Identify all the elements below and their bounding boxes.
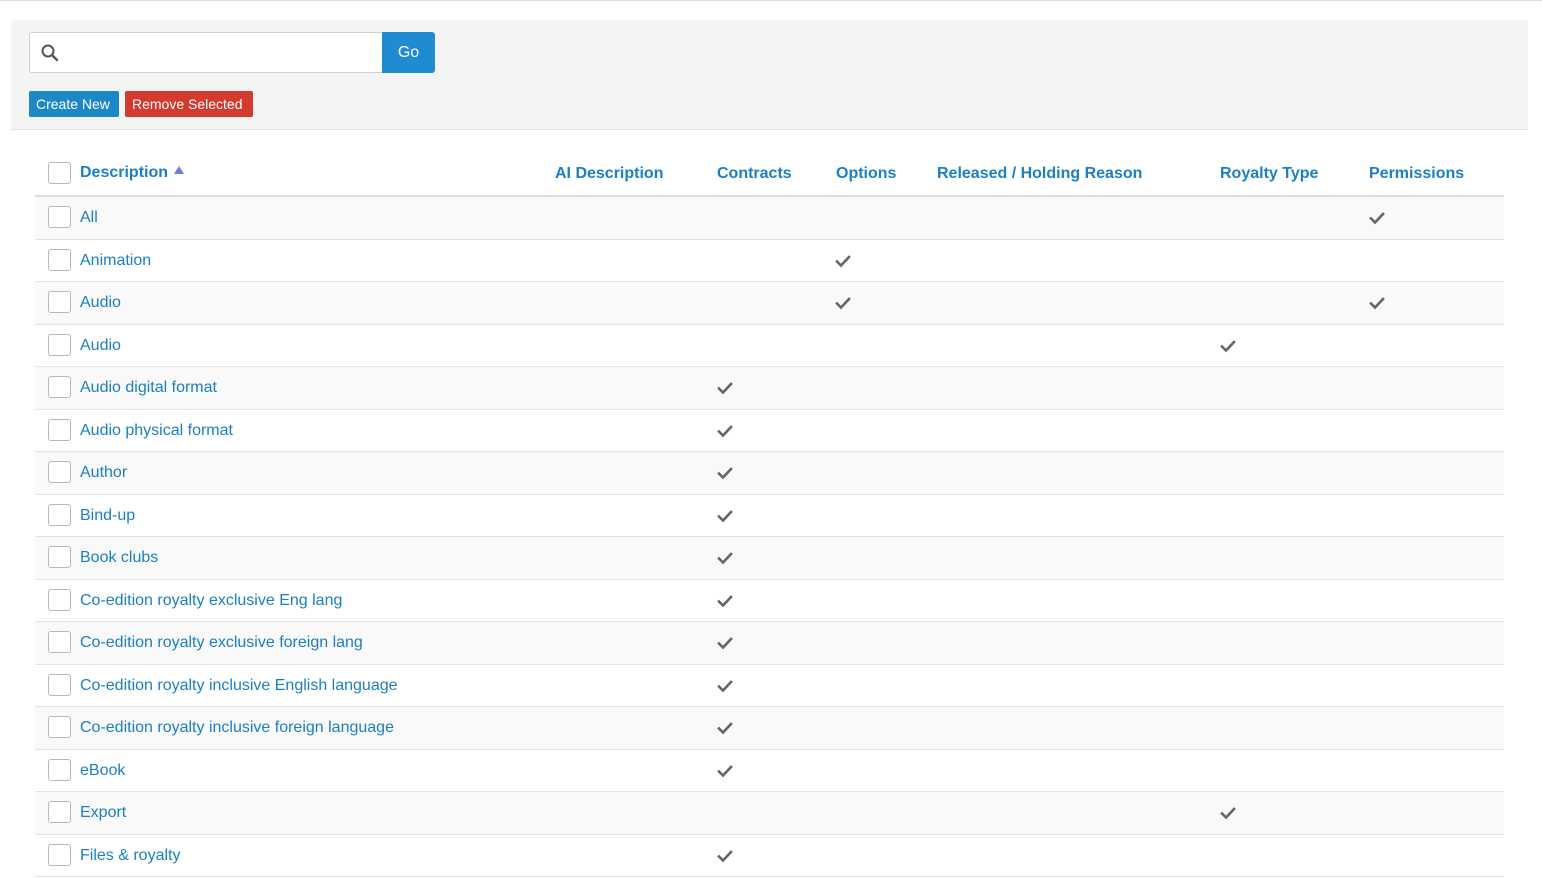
table-row: Audio digital format (35, 367, 1504, 410)
search-box (29, 32, 383, 73)
row-select-checkbox[interactable] (48, 503, 71, 526)
column-header-options[interactable]: Options (836, 165, 896, 183)
table-row: Co-edition royalty exclusive Eng lang (35, 579, 1504, 622)
row-description-link[interactable]: Animation (80, 252, 151, 270)
table-row: eBook (35, 749, 1504, 792)
toolbar: Go Create New Remove Selected (11, 20, 1528, 130)
row-select-checkbox[interactable] (48, 461, 71, 483)
checkmark-icon (717, 550, 733, 566)
search-icon (40, 43, 60, 63)
column-header-description-label: Description (80, 164, 169, 181)
column-header-released-holding-reason[interactable]: Released / Holding Reason (937, 165, 1142, 183)
row-select-checkbox[interactable] (48, 376, 71, 398)
checkmark-icon (1369, 210, 1385, 226)
table-row: Co-edition royalty inclusive foreign lan… (35, 707, 1504, 750)
checkmark-icon (717, 508, 733, 524)
table-row: Co-edition royalty exclusive foreign lan… (35, 622, 1504, 665)
row-select-checkbox[interactable] (48, 673, 71, 696)
row-description-link[interactable]: Author (80, 464, 127, 482)
table-row: Author (35, 452, 1504, 495)
table-row: Audio (35, 324, 1504, 367)
column-header-permissions[interactable]: Permissions (1369, 165, 1464, 183)
checkmark-icon (1220, 805, 1236, 821)
checkmark-icon (717, 465, 733, 481)
row-description-link[interactable]: Co-edition royalty inclusive foreign lan… (80, 719, 394, 737)
row-select-checkbox[interactable] (48, 801, 71, 823)
row-description-link[interactable]: Co-edition royalty exclusive Eng lang (80, 592, 342, 610)
checkmark-icon (717, 763, 733, 779)
table-row: Audio (35, 282, 1504, 325)
row-select-checkbox[interactable] (48, 758, 71, 781)
table-row: All (35, 197, 1504, 240)
column-header-contracts[interactable]: Contracts (717, 165, 792, 183)
checkmark-icon (717, 678, 733, 694)
row-description-link[interactable]: Audio (80, 337, 121, 355)
table-row: Export (35, 792, 1504, 835)
row-description-link[interactable]: All (80, 209, 98, 227)
table-body: All Animation Audio Audio Audio digital form… (35, 197, 1504, 877)
table-row: Audio physical format (35, 409, 1504, 452)
table-header: Description AI Description Contracts Opt… (35, 130, 1504, 197)
sort-ascending-icon (174, 166, 185, 174)
row-select-checkbox[interactable] (48, 333, 71, 356)
row-description-link[interactable]: Audio physical format (80, 422, 233, 440)
table-row: Animation (35, 239, 1504, 282)
checkmark-icon (717, 635, 733, 651)
row-description-link[interactable]: Bind-up (80, 507, 135, 525)
column-header-royalty-type[interactable]: Royalty Type (1220, 165, 1318, 183)
row-select-checkbox[interactable] (48, 843, 71, 866)
checkmark-icon (1369, 295, 1385, 311)
search-input[interactable] (66, 35, 376, 70)
remove-selected-button[interactable]: Remove Selected (125, 91, 253, 117)
row-description-link[interactable]: Book clubs (80, 549, 158, 567)
column-header-description[interactable]: Description (80, 164, 185, 182)
column-header-ai-description[interactable]: AI Description (555, 165, 663, 183)
checkmark-icon (717, 423, 733, 439)
select-all-checkbox[interactable] (48, 162, 71, 184)
row-select-checkbox[interactable] (48, 588, 71, 611)
data-table: Description AI Description Contracts Opt… (35, 130, 1504, 877)
checkmark-icon (717, 720, 733, 736)
table-row: Bind-up (35, 494, 1504, 537)
checkmark-icon (835, 253, 851, 269)
checkmark-icon (717, 848, 733, 864)
checkmark-icon (717, 593, 733, 609)
checkmark-icon (1220, 338, 1236, 354)
row-description-link[interactable]: Audio (80, 294, 121, 312)
row-description-link[interactable]: Co-edition royalty exclusive foreign lan… (80, 634, 363, 652)
row-description-link[interactable]: eBook (80, 762, 125, 780)
row-select-checkbox[interactable] (48, 546, 71, 568)
go-button[interactable]: Go (382, 32, 435, 73)
row-description-link[interactable]: Co-edition royalty inclusive English lan… (80, 677, 398, 695)
row-description-link[interactable]: Export (80, 804, 126, 822)
row-select-checkbox[interactable] (48, 206, 71, 228)
table-row: Book clubs (35, 537, 1504, 580)
checkmark-icon (717, 380, 733, 396)
row-select-checkbox[interactable] (48, 631, 71, 653)
row-description-link[interactable]: Audio digital format (80, 379, 217, 397)
checkmark-icon (835, 295, 851, 311)
row-select-checkbox[interactable] (48, 291, 71, 313)
create-new-button[interactable]: Create New (29, 91, 119, 117)
table-row: Co-edition royalty inclusive English lan… (35, 664, 1504, 707)
top-divider (0, 0, 1542, 1)
table-row: Files & royalty (35, 834, 1504, 877)
row-description-link[interactable]: Files & royalty (80, 847, 180, 865)
row-select-checkbox[interactable] (48, 716, 71, 738)
row-select-checkbox[interactable] (48, 418, 71, 441)
row-select-checkbox[interactable] (48, 248, 71, 271)
